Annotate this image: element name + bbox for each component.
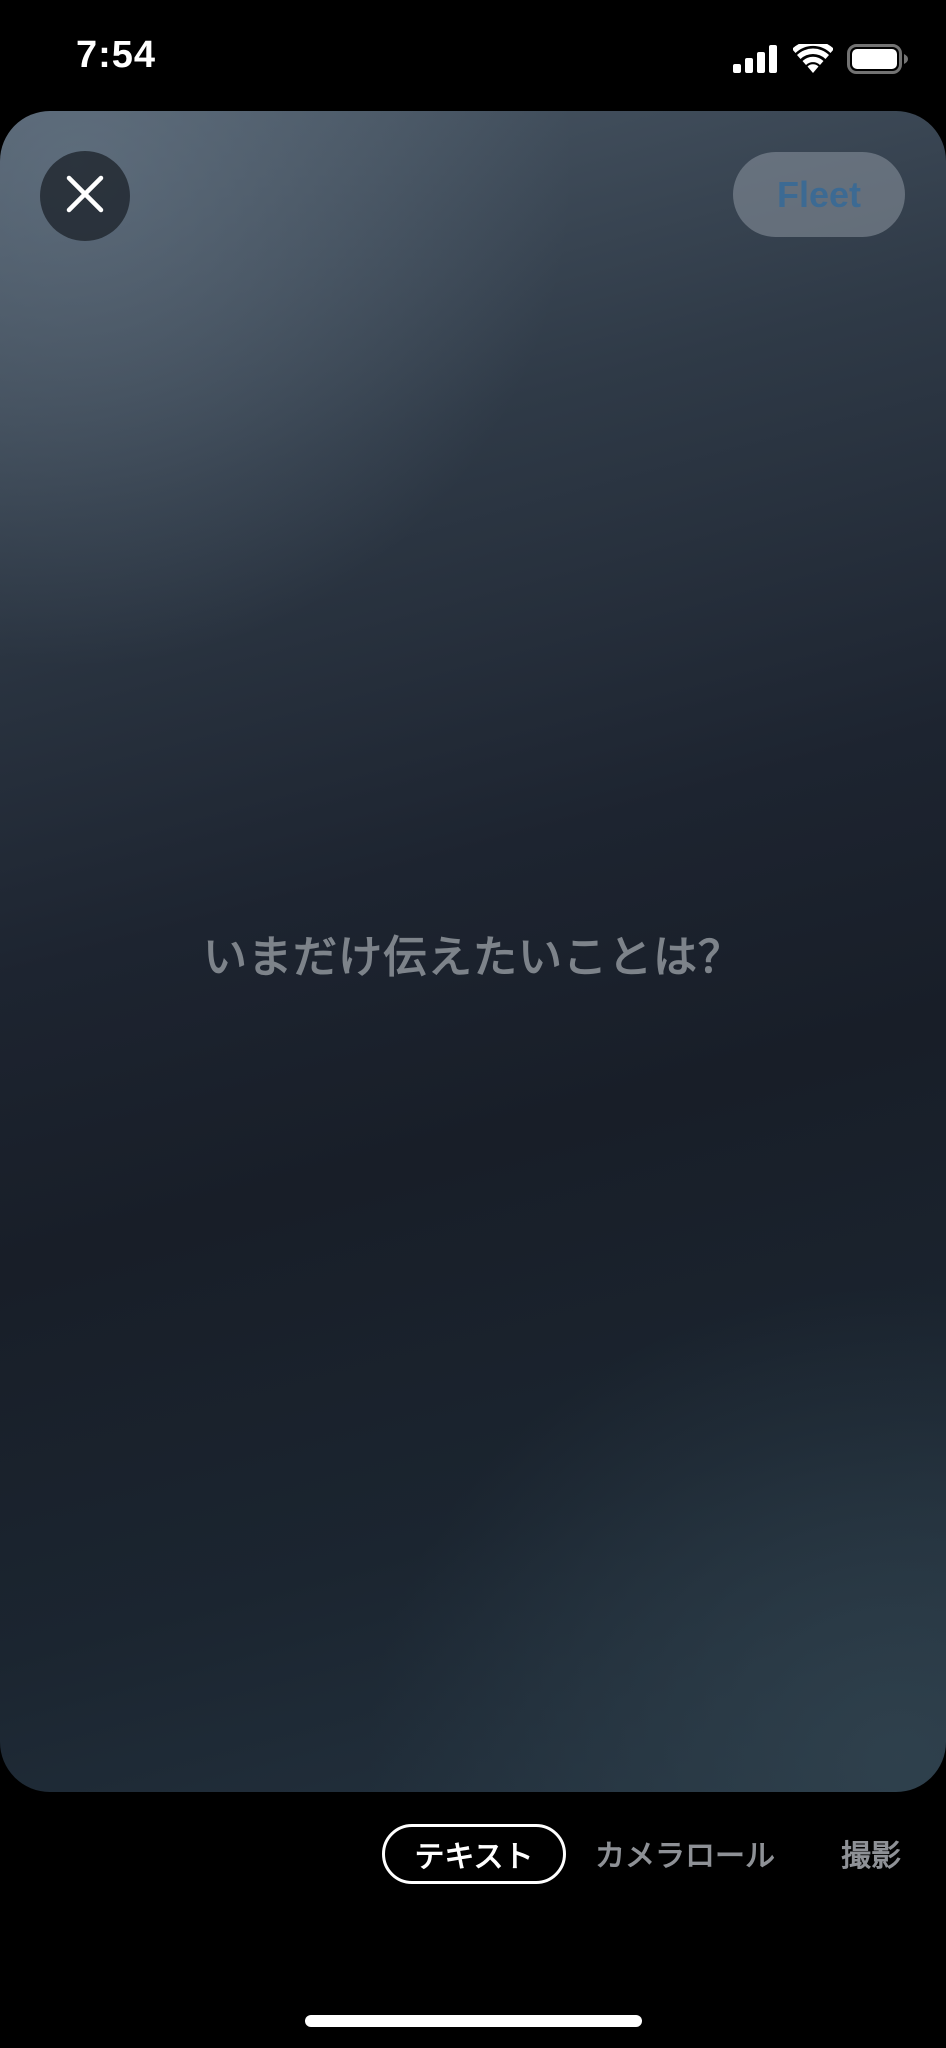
tab-camera-roll[interactable]: カメラロール xyxy=(590,1824,780,1882)
status-icons xyxy=(733,42,909,76)
status-bar: 7:54 xyxy=(0,0,946,112)
compose-card[interactable]: Fleet いまだけ伝えたいことは？ xyxy=(0,111,946,1792)
wifi-icon xyxy=(793,44,833,74)
text-prompt-placeholder[interactable]: いまだけ伝えたいことは？ xyxy=(0,921,946,985)
home-indicator[interactable] xyxy=(305,2015,642,2027)
fleet-button[interactable]: Fleet xyxy=(733,152,905,237)
tab-text[interactable]: テキスト xyxy=(382,1824,566,1884)
battery-icon xyxy=(847,44,909,74)
close-icon xyxy=(63,172,107,220)
cellular-signal-icon xyxy=(733,45,779,73)
mode-tabs: テキスト カメラロール 撮影 xyxy=(0,1824,946,1884)
fleet-compose-screen: 7:54 Fleet いまだけ伝えたいことは？ テキスト カメラロール 撮影 xyxy=(0,0,946,2048)
status-time: 7:54 xyxy=(76,34,157,76)
tab-capture[interactable]: 撮影 xyxy=(836,1824,906,1882)
close-button[interactable] xyxy=(40,151,130,241)
